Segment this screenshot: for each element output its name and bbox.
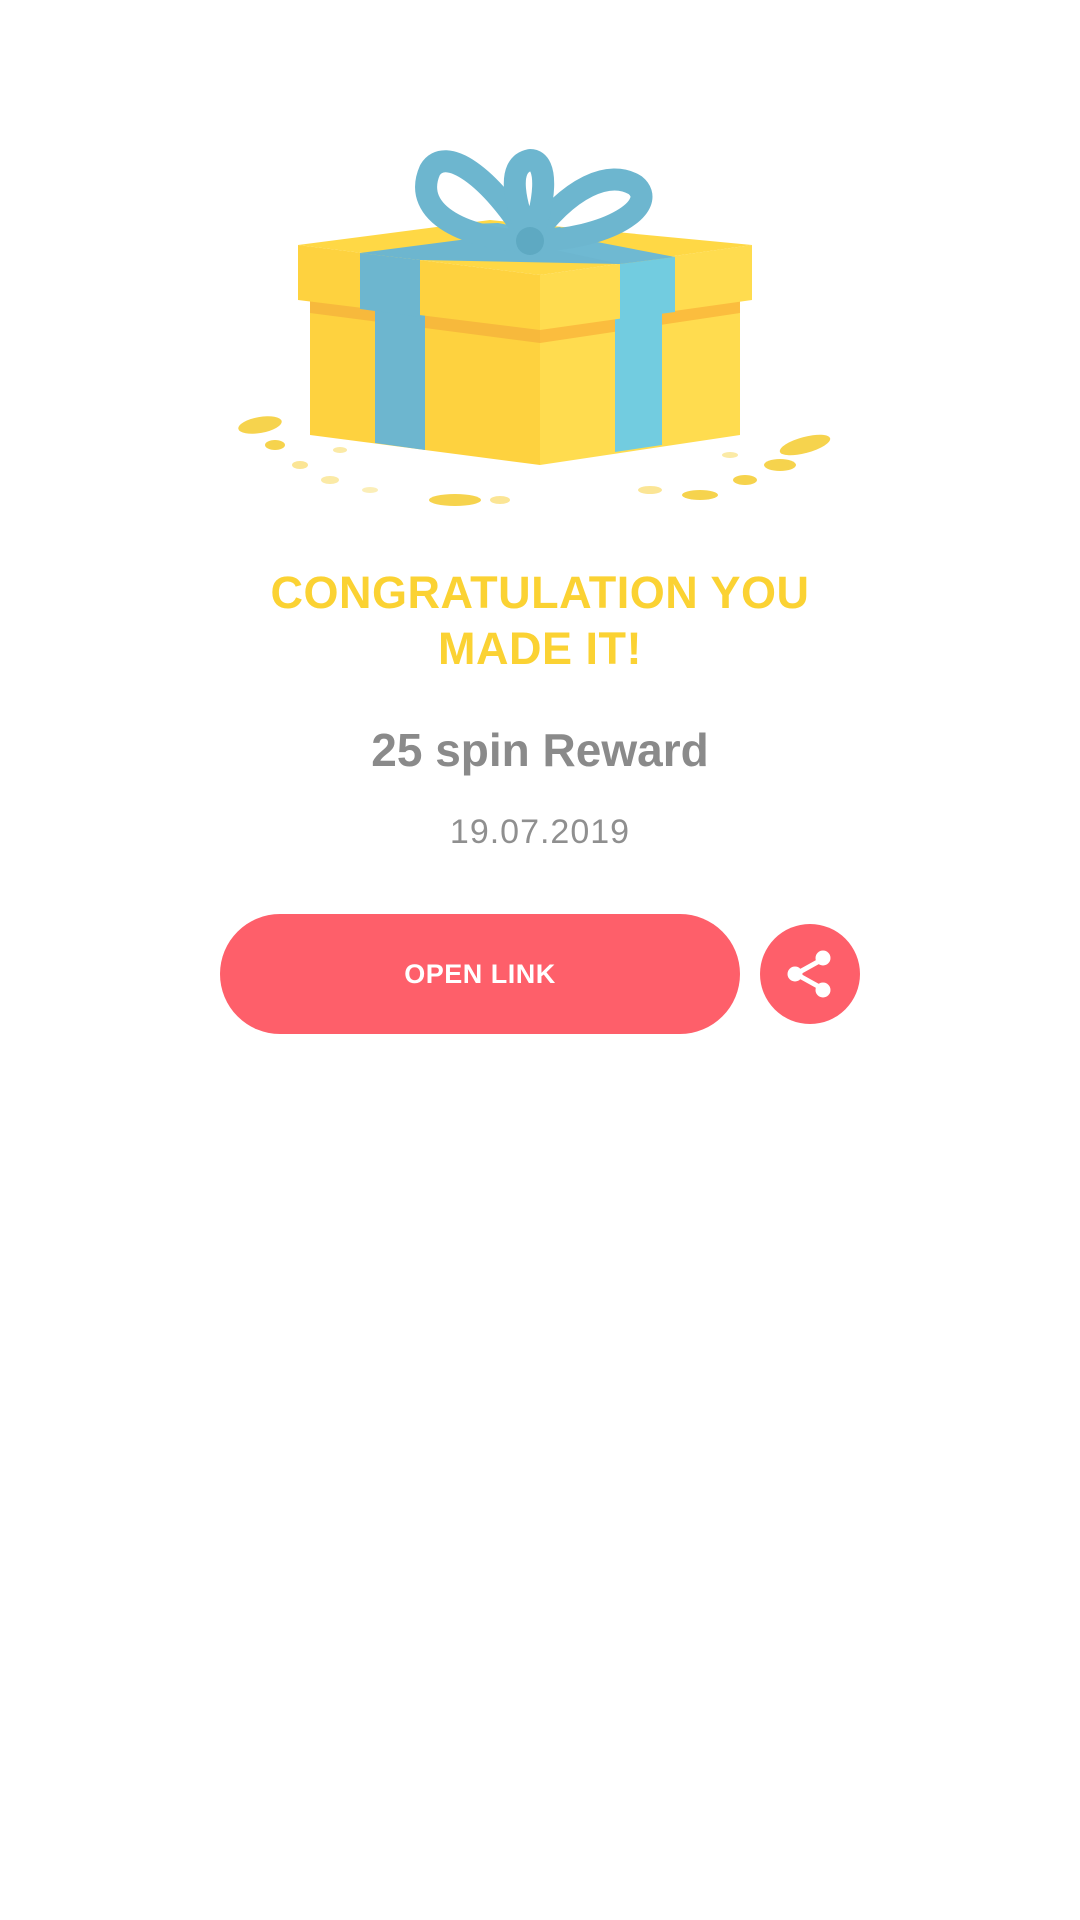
- share-icon: [787, 950, 831, 998]
- gift-box-icon: [238, 149, 831, 506]
- reward-label: 25 spin Reward: [371, 724, 709, 776]
- open-link-button[interactable]: OPEN LINK: [220, 914, 740, 1034]
- congratulation-title: CONGRATULATION YOU MADE IT!: [0, 565, 1080, 677]
- reward-date: 19.07.2019: [449, 813, 631, 851]
- reward-screen: CONGRATULATION YOU MADE IT! 25 spin Rewa…: [0, 0, 1080, 1920]
- title-line-1: CONGRATULATION YOU: [270, 567, 810, 618]
- share-button[interactable]: [760, 924, 860, 1024]
- open-link-label: OPEN LINK: [404, 958, 556, 989]
- title-line-2: MADE IT!: [438, 623, 642, 674]
